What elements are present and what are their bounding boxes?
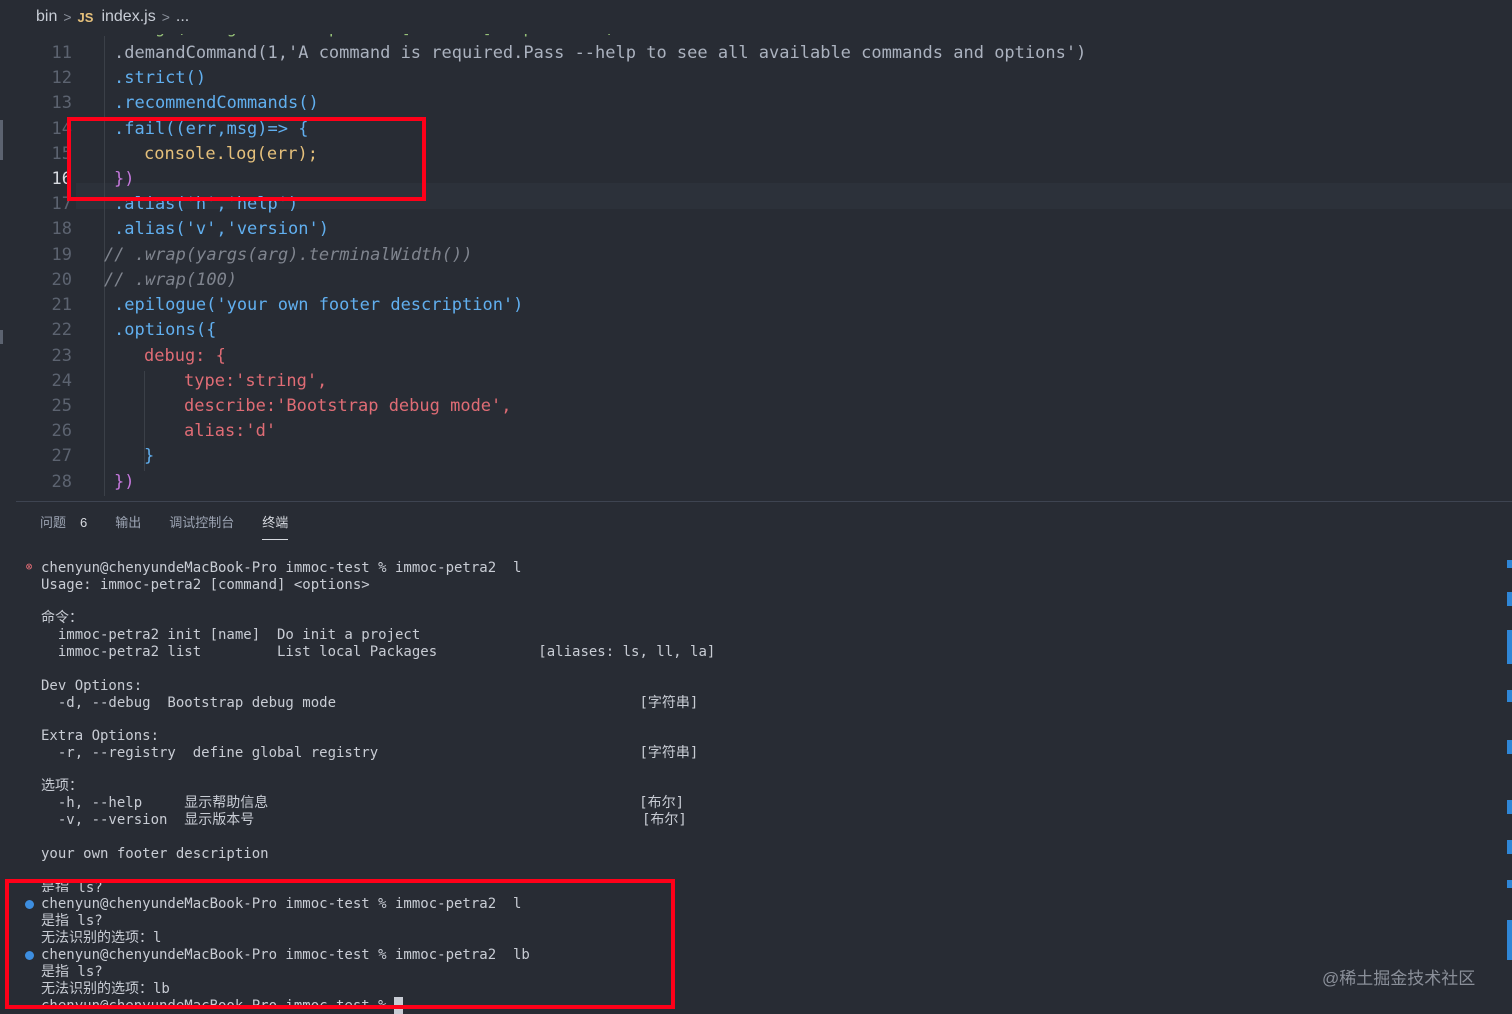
scrollbar-marker (1507, 920, 1512, 960)
line-number: 24 (51, 371, 72, 391)
terminal-line: immoc-petra2 list List local Packages [a… (41, 644, 716, 660)
problems-count-badge: 6 (80, 515, 88, 530)
error-status-icon: ⊗ (25, 560, 33, 573)
line-number: 28 (51, 472, 72, 492)
line-number: 20 (51, 270, 72, 290)
tab-terminal[interactable]: 终端 (262, 512, 289, 540)
line-number: 25 (51, 396, 72, 416)
chevron-right-icon: > (63, 9, 72, 25)
terminal-line: 选项： (41, 778, 83, 794)
code-comment: // .wrap(yargs(arg).terminalWidth()) (104, 245, 473, 265)
breadcrumb-file[interactable]: index.js (101, 8, 155, 26)
scrollbar-marker (1507, 592, 1512, 606)
terminal-line: Dev Options: (41, 678, 143, 694)
code-line: .options({ (114, 320, 217, 340)
breadcrumb: bin > JS index.js > ... (0, 0, 1512, 34)
indent-guide (104, 36, 105, 496)
panel-tabs: 问题 6 输出 调试控制台 终端 (40, 512, 316, 540)
code-line: alias:'d' (184, 421, 277, 441)
highlight-box-fail (67, 117, 426, 201)
watermark-text: @稀土掘金技术社区 (1322, 969, 1476, 988)
terminal-line: Extra Options: (41, 728, 160, 744)
line-number: 12 (51, 68, 72, 88)
chevron-right-icon: > (161, 9, 170, 25)
code-line: describe:'Bootstrap debug mode', (184, 396, 512, 416)
breadcrumb-more[interactable]: ... (176, 8, 189, 26)
terminal-line: -r, --registry define global registry [字… (41, 745, 699, 761)
terminal-line: immoc-petra2 init [name] Do init a proje… (41, 627, 421, 643)
terminal-line: -h, --help 显示帮助信息 [布尔] (41, 795, 685, 811)
line-number: 27 (51, 446, 72, 466)
line-number: 26 (51, 421, 72, 441)
highlight-box-terminal (5, 879, 675, 1009)
code-line: .alias('v','version') (114, 219, 329, 239)
terminal-line: chenyun@chenyundeMacBook-Pro immoc-test … (41, 560, 522, 576)
scrollbar-marker (1507, 630, 1512, 664)
code-line: type:'string', (184, 371, 328, 391)
javascript-file-icon: JS (77, 9, 94, 25)
panel-divider (16, 501, 1512, 502)
line-number: 11 (51, 43, 72, 63)
terminal-line: your own footer description (41, 846, 269, 862)
terminal-line: -v, --version 显示版本号 [布尔] (41, 812, 687, 828)
scrollbar-marker (1507, 690, 1512, 702)
gutter-marker (0, 330, 3, 344)
line-number: 13 (51, 93, 72, 113)
line-number: 18 (51, 219, 72, 239)
gutter-marker (0, 120, 3, 160)
tab-output[interactable]: 输出 (115, 512, 141, 540)
tab-debug-console[interactable]: 调试控制台 (169, 512, 234, 540)
code-line: .epilogue('your own footer description') (114, 295, 524, 315)
code-line: debug: { (144, 346, 226, 366)
terminal-line: 命令： (41, 610, 83, 626)
code-line: .strict() (114, 68, 207, 88)
line-number: 22 (51, 320, 72, 340)
code-line: .demandCommand(1,'A command is required.… (114, 43, 1087, 63)
terminal-line: -d, --debug Bootstrap debug mode [字符串] (41, 695, 699, 711)
code-editor[interactable]: 10 11 12 13 14 15 16 17 18 19 20 21 22 2… (0, 16, 1512, 502)
scrollbar-marker (1507, 840, 1512, 854)
scrollbar-marker (1507, 740, 1512, 754)
line-number: 23 (51, 346, 72, 366)
scrollbar-marker (1507, 800, 1512, 814)
tab-problems[interactable]: 问题 6 (40, 512, 87, 540)
line-number: 19 (51, 245, 72, 265)
line-number: 21 (51, 295, 72, 315)
scrollbar-marker (1507, 880, 1512, 888)
scrollbar-marker (1507, 560, 1512, 568)
breadcrumb-folder[interactable]: bin (36, 8, 57, 26)
code-line: .recommendCommands() (114, 93, 319, 113)
terminal-line: Usage: immoc-petra2 [command] <options> (41, 577, 370, 593)
code-line: } (144, 446, 155, 466)
code-line: }) (114, 472, 135, 492)
code-comment: // .wrap(100) (104, 270, 238, 290)
